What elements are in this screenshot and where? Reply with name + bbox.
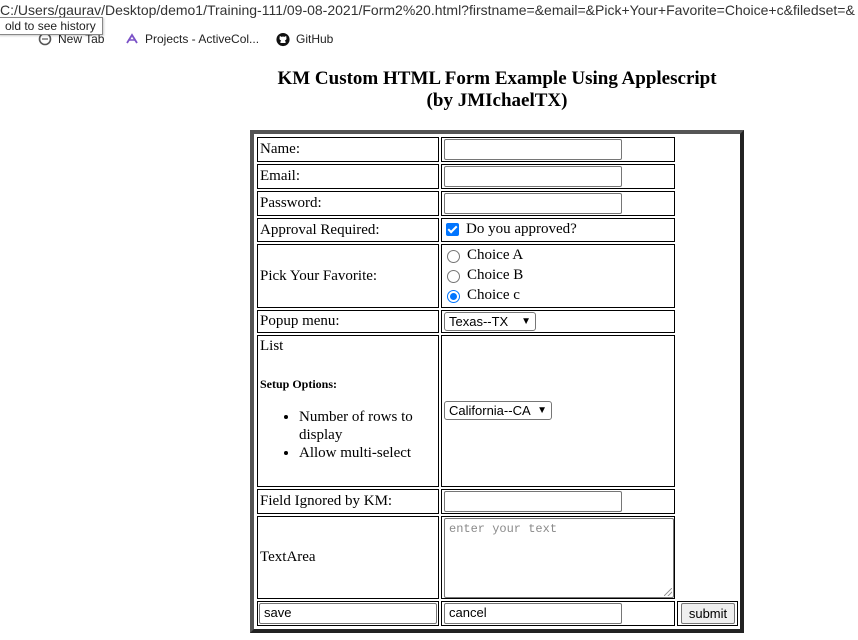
choice-c-label: Choice c: [467, 287, 520, 303]
cancel-input[interactable]: cancel: [444, 603, 622, 624]
chevron-down-icon: ▼: [537, 405, 547, 416]
history-tooltip: old to see history: [0, 17, 103, 35]
list-item: Allow multi-select: [299, 444, 429, 462]
email-input[interactable]: [444, 166, 622, 187]
textarea-placeholder: enter your text: [449, 522, 558, 536]
form-table: Name: Email: Password: Approval Required…: [250, 130, 744, 633]
ignored-cell: [441, 489, 675, 514]
setup-options-heading: Setup Options:: [260, 377, 338, 391]
email-label: Email:: [257, 164, 439, 189]
submit-cell: submit: [677, 601, 738, 626]
page-title: KM Custom HTML Form Example Using Apples…: [250, 68, 744, 112]
setup-options-list: Number of rows to display Allow multi-se…: [258, 408, 429, 462]
password-cell: [441, 191, 675, 216]
github-icon: [276, 32, 290, 46]
submit-button[interactable]: submit: [681, 603, 735, 624]
choice-b-radio[interactable]: [447, 270, 460, 283]
ignored-input[interactable]: [444, 491, 622, 512]
popup-select[interactable]: Texas--TX ▼: [444, 312, 536, 331]
popup-select-value: Texas--TX: [449, 314, 509, 329]
approval-checkbox[interactable]: [446, 223, 459, 236]
list-select-value: California--CA: [449, 403, 531, 418]
textarea-cell: enter your text: [441, 516, 675, 599]
bookmark-projects[interactable]: Projects - ActiveCol...: [125, 32, 259, 46]
approval-checkbox-label: Do you approved?: [466, 221, 577, 237]
activecollab-icon: [125, 32, 139, 46]
resize-grip-icon[interactable]: [664, 588, 672, 596]
approval-label: Approval Required:: [257, 218, 439, 242]
list-label: List: [260, 338, 284, 354]
chevron-down-icon: ▼: [521, 316, 531, 327]
name-cell: [441, 137, 675, 162]
choice-a-radio[interactable]: [447, 250, 460, 263]
ignored-label: Field Ignored by KM:: [257, 489, 439, 514]
password-input[interactable]: [444, 193, 622, 214]
save-cell: save: [257, 601, 439, 626]
name-label: Name:: [257, 137, 439, 162]
bookmark-label: GitHub: [296, 32, 334, 46]
bookmarks-bar: New Tab Projects - ActiveCol... GitHub: [0, 28, 858, 52]
page-title-line1: KM Custom HTML Form Example Using Apples…: [277, 68, 717, 89]
url-text: C:/Users/gaurav/Desktop/demo1/Training-1…: [0, 2, 855, 18]
favorite-cell: Choice A Choice B Choice c: [441, 244, 675, 308]
save-input[interactable]: save: [259, 603, 437, 624]
popup-cell: Texas--TX ▼: [441, 310, 675, 333]
password-label: Password:: [257, 191, 439, 216]
textarea-label: TextArea: [257, 516, 439, 599]
page-title-line2: (by JMIchaelTX): [426, 90, 568, 111]
name-input[interactable]: [444, 139, 622, 160]
bookmark-github[interactable]: GitHub: [276, 32, 333, 46]
bookmark-label: Projects - ActiveCol...: [145, 32, 260, 46]
choice-a-label: Choice A: [467, 247, 524, 263]
address-bar[interactable]: C:/Users/gaurav/Desktop/demo1/Training-1…: [0, 0, 858, 20]
popup-label: Popup menu:: [257, 310, 439, 333]
cancel-cell: cancel: [441, 601, 675, 626]
list-label-cell: List Setup Options: Number of rows to di…: [257, 335, 439, 487]
favorite-label: Pick Your Favorite:: [257, 244, 439, 308]
choice-b-label: Choice B: [467, 267, 524, 283]
email-cell: [441, 164, 675, 189]
list-select[interactable]: California--CA ▼: [444, 401, 552, 420]
choice-c-radio[interactable]: [447, 290, 460, 303]
list-item: Number of rows to display: [299, 408, 429, 444]
approval-cell: Do you approved?: [441, 218, 675, 242]
textarea-input[interactable]: enter your text: [444, 518, 674, 598]
list-cell: California--CA ▼: [441, 335, 675, 487]
